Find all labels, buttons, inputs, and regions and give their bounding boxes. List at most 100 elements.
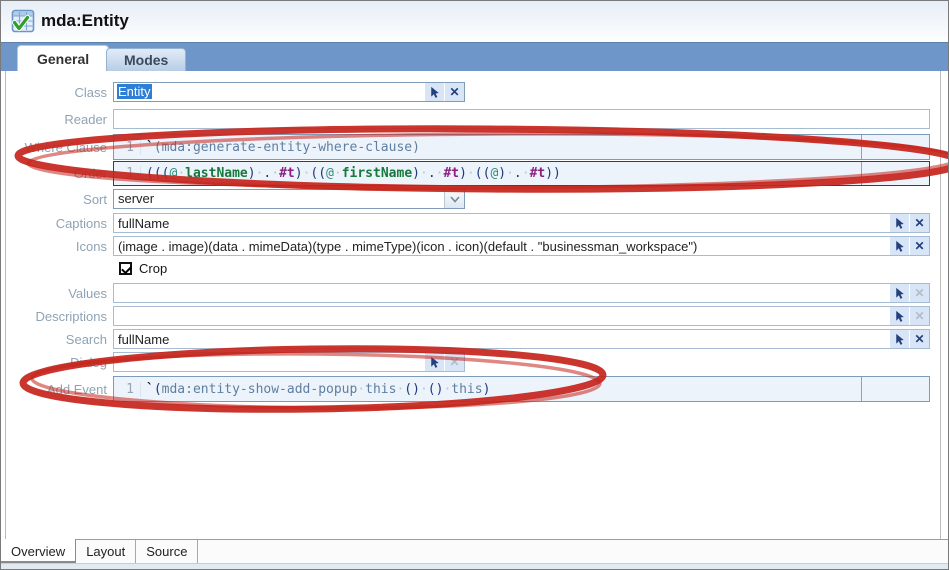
field-label-reader: Reader: [1, 112, 113, 127]
row-add-event: Add Event 1 `(mda:entity-show-add-popup·…: [1, 376, 930, 402]
top-tab-bar: General Modes: [1, 42, 948, 71]
class-pick-arrow-button[interactable]: [425, 83, 444, 101]
order-code[interactable]: (((@·lastName)·.·#t)·((@·firstName)·.·#t…: [141, 166, 861, 181]
panel-border-right: [940, 71, 941, 560]
clear-x-icon: ✕: [449, 356, 459, 368]
captions-pick-arrow-button[interactable]: [890, 214, 909, 232]
row-class: Class Entity ✕: [1, 82, 465, 102]
row-crop: Crop: [119, 261, 167, 276]
entity-editor-window: mda:Entity General Modes Class Entity ✕ …: [0, 0, 949, 570]
row-captions: Captions ✕: [1, 213, 930, 233]
row-sort: Sort server: [1, 189, 465, 209]
clear-x-icon: ✕: [914, 287, 924, 299]
captions-input[interactable]: [113, 213, 930, 233]
clear-x-icon: ✕: [914, 310, 924, 322]
select-arrow-icon: [893, 217, 906, 230]
clear-x-icon: ✕: [914, 217, 924, 229]
values-pick-arrow-button[interactable]: [890, 284, 909, 302]
dialog-input[interactable]: [113, 352, 465, 372]
window-header: mda:Entity: [1, 1, 948, 42]
row-descriptions: Descriptions ✕: [1, 306, 930, 326]
order-side-cell: [861, 162, 929, 185]
class-value-selected: Entity: [117, 84, 152, 99]
sort-dropdown-button[interactable]: [444, 190, 464, 208]
field-label-icons: Icons: [1, 239, 113, 254]
clear-x-icon: ✕: [914, 240, 924, 252]
field-label-class: Class: [1, 85, 113, 100]
bottom-status-strip: [1, 563, 948, 570]
tab-layout[interactable]: Layout: [76, 540, 136, 563]
clear-x-icon: ✕: [449, 86, 459, 98]
field-label-where-clause: Where Clause: [1, 140, 113, 155]
order-code-editor[interactable]: 1 (((@·lastName)·.·#t)·((@·firstName)·.·…: [113, 161, 930, 186]
add-event-code-editor[interactable]: 1 `(mda:entity-show-add-popup·this·()·()…: [113, 376, 930, 402]
row-order: Order 1 (((@·lastName)·.·#t)·((@·firstNa…: [1, 161, 930, 186]
row-reader: Reader: [1, 109, 930, 129]
field-label-descriptions: Descriptions: [1, 309, 113, 324]
icons-input[interactable]: [113, 236, 930, 256]
line-number: 1: [114, 140, 141, 155]
line-number: 1: [114, 382, 141, 397]
add-event-code[interactable]: `(mda:entity-show-add-popup·this·()·()·t…: [141, 382, 861, 397]
select-arrow-icon: [428, 86, 441, 99]
chevron-down-icon: [450, 196, 460, 203]
row-search: Search ✕: [1, 329, 930, 349]
bottom-tab-bar: Overview Layout Source: [1, 539, 948, 563]
search-clear-button[interactable]: ✕: [910, 330, 929, 348]
search-picker: ✕: [889, 330, 929, 348]
tab-general[interactable]: General: [17, 45, 109, 71]
class-picker: ✕: [424, 83, 464, 101]
select-arrow-icon: [893, 333, 906, 346]
row-dialog: Dialog ✕: [1, 352, 465, 372]
descriptions-picker: ✕: [889, 307, 929, 325]
crop-checkbox[interactable]: [119, 262, 132, 275]
values-picker: ✕: [889, 284, 929, 302]
icons-clear-button[interactable]: ✕: [910, 237, 929, 255]
class-clear-button[interactable]: ✕: [445, 83, 464, 101]
row-where-clause: Where Clause 1 `(mda:generate-entity-whe…: [1, 134, 930, 160]
descriptions-input[interactable]: [113, 306, 930, 326]
window-title: mda:Entity: [41, 11, 129, 31]
field-label-add-event: Add Event: [1, 382, 113, 397]
field-label-captions: Captions: [1, 216, 113, 231]
field-label-order: Order: [1, 166, 113, 181]
sort-selected-value: server: [114, 190, 464, 207]
add-event-side-cell: [861, 377, 929, 401]
entity-table-icon: [11, 9, 35, 33]
dialog-clear-button-disabled: ✕: [445, 353, 464, 371]
icons-picker: ✕: [889, 237, 929, 255]
where-clause-code-editor[interactable]: 1 `(mda:generate-entity-where-clause): [113, 134, 930, 160]
icons-pick-arrow-button[interactable]: [890, 237, 909, 255]
values-input[interactable]: [113, 283, 930, 303]
tab-source[interactable]: Source: [136, 540, 198, 563]
dialog-pick-arrow-button[interactable]: [425, 353, 444, 371]
values-clear-button-disabled: ✕: [910, 284, 929, 302]
select-arrow-icon: [428, 356, 441, 369]
where-clause-side-cell: [861, 135, 929, 159]
captions-clear-button[interactable]: ✕: [910, 214, 929, 232]
line-number: 1: [114, 166, 141, 181]
select-arrow-icon: [893, 287, 906, 300]
field-label-sort: Sort: [1, 192, 113, 207]
field-label-values: Values: [1, 286, 113, 301]
descriptions-clear-button-disabled: ✕: [910, 307, 929, 325]
row-icons: Icons ✕: [1, 236, 930, 256]
field-label-dialog: Dialog: [1, 355, 113, 370]
tab-modes[interactable]: Modes: [106, 48, 186, 71]
row-values: Values ✕: [1, 283, 930, 303]
clear-x-icon: ✕: [914, 333, 924, 345]
descriptions-pick-arrow-button[interactable]: [890, 307, 909, 325]
class-input[interactable]: Entity: [113, 82, 465, 102]
field-label-search: Search: [1, 332, 113, 347]
search-pick-arrow-button[interactable]: [890, 330, 909, 348]
search-input[interactable]: [113, 329, 930, 349]
reader-input[interactable]: [113, 109, 930, 129]
captions-picker: ✕: [889, 214, 929, 232]
select-arrow-icon: [893, 310, 906, 323]
crop-checkbox-label: Crop: [139, 261, 167, 276]
sort-dropdown[interactable]: server: [113, 189, 465, 209]
tab-overview[interactable]: Overview: [1, 539, 76, 563]
select-arrow-icon: [893, 240, 906, 253]
where-clause-code[interactable]: `(mda:generate-entity-where-clause): [141, 140, 861, 155]
dialog-picker: ✕: [424, 353, 464, 371]
